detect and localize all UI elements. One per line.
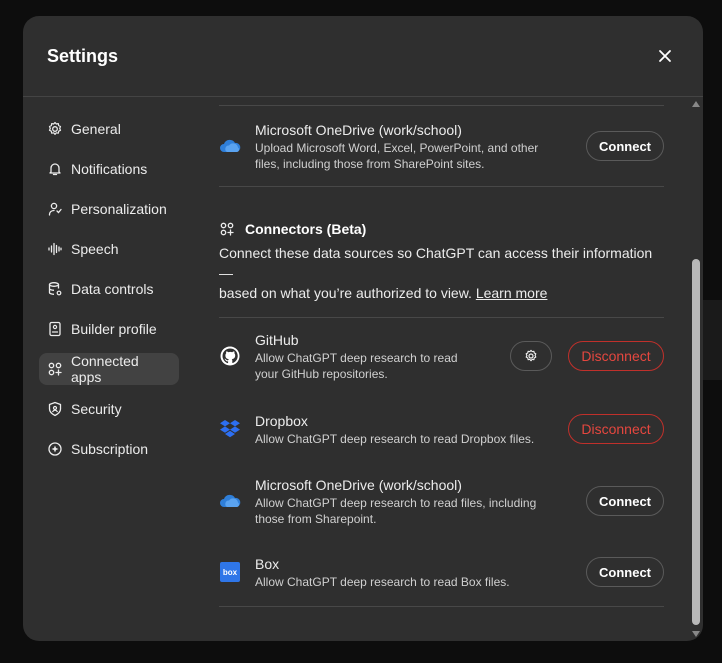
modal-title: Settings	[47, 45, 119, 66]
app-description-line: Allow ChatGPT deep research to read file…	[255, 495, 537, 510]
connected-apps-panel: Microsoft OneDrive (work/school) Upload …	[219, 97, 664, 641]
shield-icon	[48, 401, 62, 417]
connectors-section: Connectors (Beta) Connect these data sou…	[219, 187, 664, 317]
learn-more-link[interactable]: Learn more	[476, 285, 548, 301]
sidebar-item-label: Builder profile	[71, 321, 157, 337]
disconnect-button[interactable]: Disconnect	[568, 341, 664, 371]
sidebar-item-connected-apps[interactable]: Connected apps	[39, 353, 179, 385]
sidebar-item-speech[interactable]: Speech	[39, 233, 179, 265]
app-name: Microsoft OneDrive (work/school)	[255, 476, 462, 493]
sidebar-item-subscription[interactable]: Subscription	[39, 433, 179, 465]
sidebar-item-label: Notifications	[71, 161, 148, 177]
waveform-icon	[48, 242, 62, 256]
sidebar-item-label: Data controls	[71, 281, 154, 297]
app-description-line: your GitHub repositories.	[255, 366, 388, 381]
connector-box-row: box Box Allow ChatGPT deep research to r…	[219, 538, 664, 606]
app-name: GitHub	[255, 331, 299, 348]
person-icon	[48, 202, 62, 216]
sidebar-item-label: Connected apps	[71, 353, 139, 385]
app-description-line: those from Sharepoint.	[255, 511, 377, 526]
app-description: Allow ChatGPT deep research to read your…	[255, 350, 510, 382]
connect-button[interactable]: Connect	[586, 486, 664, 516]
scroll-down-arrow-icon[interactable]	[692, 631, 700, 637]
gear-icon	[48, 121, 62, 135]
connector-github-row: GitHub Allow ChatGPT deep research to re…	[219, 318, 664, 394]
disconnect-button[interactable]: Disconnect	[568, 414, 664, 444]
settings-modal: Settings General Notifications Personali…	[23, 16, 703, 641]
settings-sidebar: General Notifications Personalization Sp…	[39, 113, 179, 473]
app-name: Dropbox	[255, 412, 308, 429]
onedrive-icon	[219, 490, 241, 512]
modal-header: Settings	[23, 16, 703, 97]
file-upload-onedrive-row: Microsoft OneDrive (work/school) Upload …	[219, 106, 664, 186]
app-name: Box	[255, 555, 280, 572]
app-description-line: Upload Microsoft Word, Excel, PowerPoint…	[255, 140, 539, 155]
close-button[interactable]	[651, 42, 679, 70]
scrollbar[interactable]	[689, 97, 703, 641]
background-panel	[700, 300, 722, 380]
description-line: based on what you’re authorized to view.	[219, 285, 472, 301]
sidebar-item-security[interactable]: Security	[39, 393, 179, 425]
divider	[219, 606, 664, 607]
description-line: Connect these data sources so ChatGPT ca…	[219, 245, 653, 281]
github-settings-button[interactable]	[510, 341, 552, 371]
app-description: Upload Microsoft Word, Excel, PowerPoint…	[255, 140, 586, 172]
connectors-heading: Connectors (Beta)	[219, 221, 664, 237]
connect-button[interactable]: Connect	[586, 557, 664, 587]
database-icon	[48, 282, 62, 296]
modal-body: General Notifications Personalization Sp…	[23, 97, 703, 641]
sidebar-item-builder-profile[interactable]: Builder profile	[39, 313, 179, 345]
box-icon: box	[219, 561, 241, 583]
sidebar-item-label: General	[71, 121, 121, 137]
apps-icon	[220, 222, 234, 236]
sidebar-item-label: Subscription	[71, 441, 149, 457]
id-card-icon	[49, 321, 61, 337]
sidebar-item-general[interactable]: General	[39, 113, 179, 145]
connector-onedrive-row: Microsoft OneDrive (work/school) Allow C…	[219, 464, 664, 538]
app-description-line: files, including those from SharePoint s…	[255, 156, 485, 171]
bell-icon	[49, 163, 61, 176]
onedrive-icon	[219, 135, 241, 157]
close-icon	[659, 50, 671, 62]
github-icon	[219, 345, 241, 367]
sidebar-item-notifications[interactable]: Notifications	[39, 153, 179, 185]
app-name: Microsoft OneDrive (work/school)	[255, 121, 462, 138]
gear-icon	[525, 349, 537, 362]
connectors-description: Connect these data sources so ChatGPT ca…	[219, 243, 664, 303]
sidebar-item-label: Security	[71, 401, 122, 417]
apps-icon	[48, 362, 62, 376]
app-description: Allow ChatGPT deep research to read Drop…	[255, 431, 535, 446]
dropbox-icon	[219, 418, 241, 440]
box-logo-text: box	[220, 562, 240, 582]
connect-button[interactable]: Connect	[586, 131, 664, 161]
scrollbar-thumb[interactable]	[692, 259, 700, 625]
app-description-line: Allow ChatGPT deep research to read	[255, 350, 458, 365]
connector-dropbox-row: Dropbox Allow ChatGPT deep research to r…	[219, 394, 664, 464]
scroll-up-arrow-icon[interactable]	[692, 101, 700, 107]
app-description: Allow ChatGPT deep research to read file…	[255, 495, 586, 527]
sidebar-item-label: Speech	[71, 241, 119, 257]
circle-icon	[48, 442, 62, 456]
connectors-title: Connectors (Beta)	[245, 221, 367, 237]
sidebar-item-label: Personalization	[71, 201, 167, 217]
sidebar-item-data-controls[interactable]: Data controls	[39, 273, 179, 305]
sidebar-item-personalization[interactable]: Personalization	[39, 193, 179, 225]
app-description: Allow ChatGPT deep research to read Box …	[255, 574, 510, 589]
